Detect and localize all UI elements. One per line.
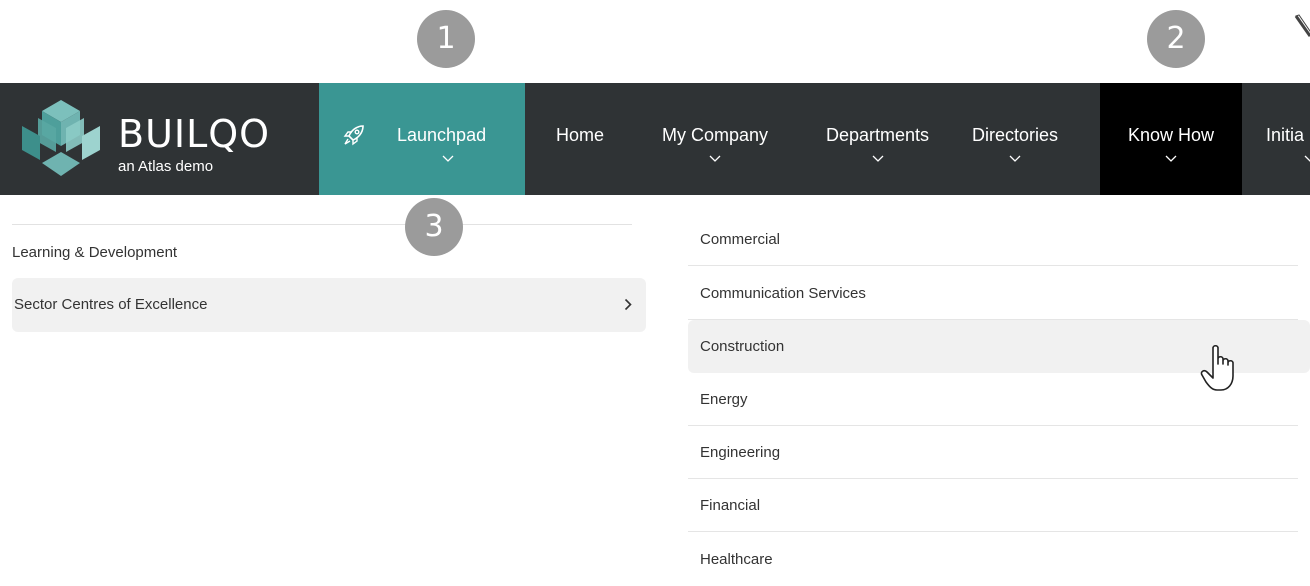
chevron-down-icon bbox=[1165, 155, 1177, 162]
submenu-item-engineering[interactable]: Engineering bbox=[688, 426, 1298, 479]
logo-tagline: an Atlas demo bbox=[118, 158, 214, 175]
nav-directories[interactable]: Directories bbox=[945, 83, 1085, 195]
nav-home[interactable]: Home bbox=[535, 83, 625, 195]
annotation-badge-3: 3 bbox=[405, 198, 463, 256]
nav-departments-label: Departments bbox=[825, 125, 930, 145]
chevron-down-icon bbox=[709, 155, 721, 162]
submenu-item-financial[interactable]: Financial bbox=[688, 479, 1298, 532]
chevron-down-icon bbox=[442, 155, 454, 162]
logo-wordmark: BUILQO bbox=[118, 112, 271, 156]
menu-divider bbox=[12, 224, 632, 225]
annotation-badge-1: 1 bbox=[417, 10, 475, 68]
menu-item-sector-centres[interactable]: Sector Centres of Excellence bbox=[12, 278, 646, 332]
menu-item-label: Sector Centres of Excellence bbox=[14, 296, 208, 313]
top-navigation-bar: BUILQO an Atlas demo Launchpad Home My C… bbox=[0, 83, 1310, 195]
cube-logo-icon bbox=[22, 100, 100, 176]
nav-initiatives-label: Initia bbox=[1266, 125, 1305, 145]
nav-initiatives[interactable]: Initia bbox=[1258, 83, 1310, 195]
nav-launchpad-label: Launchpad bbox=[397, 125, 487, 145]
nav-home-label: Home bbox=[555, 125, 604, 145]
hand-cursor-icon bbox=[1200, 344, 1234, 391]
chevron-down-icon bbox=[872, 155, 883, 162]
nav-know-how[interactable]: Know How bbox=[1100, 83, 1242, 195]
builqo-logo[interactable]: BUILQO an Atlas demo bbox=[18, 96, 288, 182]
chevron-down-icon bbox=[1009, 155, 1021, 162]
chevron-right-icon bbox=[624, 298, 632, 311]
nav-launchpad[interactable]: Launchpad bbox=[319, 83, 525, 195]
submenu-item-communication-services[interactable]: Communication Services bbox=[688, 267, 1298, 320]
nav-my-company[interactable]: My Company bbox=[640, 83, 790, 195]
submenu-item-commercial[interactable]: Commercial bbox=[688, 213, 1298, 266]
annotation-badge-2: 2 bbox=[1147, 10, 1205, 68]
rocket-icon bbox=[343, 125, 364, 146]
nav-departments[interactable]: Departments bbox=[805, 83, 950, 195]
chevron-down-icon bbox=[1304, 155, 1310, 162]
nav-know-how-label: Know How bbox=[1127, 125, 1215, 145]
menu-item-learning-development[interactable]: Learning & Development bbox=[0, 226, 634, 280]
nav-my-company-label: My Company bbox=[661, 125, 769, 145]
pencil-icon[interactable] bbox=[1293, 14, 1310, 42]
nav-directories-label: Directories bbox=[971, 125, 1059, 145]
submenu-item-healthcare[interactable]: Healthcare bbox=[688, 533, 1298, 586]
